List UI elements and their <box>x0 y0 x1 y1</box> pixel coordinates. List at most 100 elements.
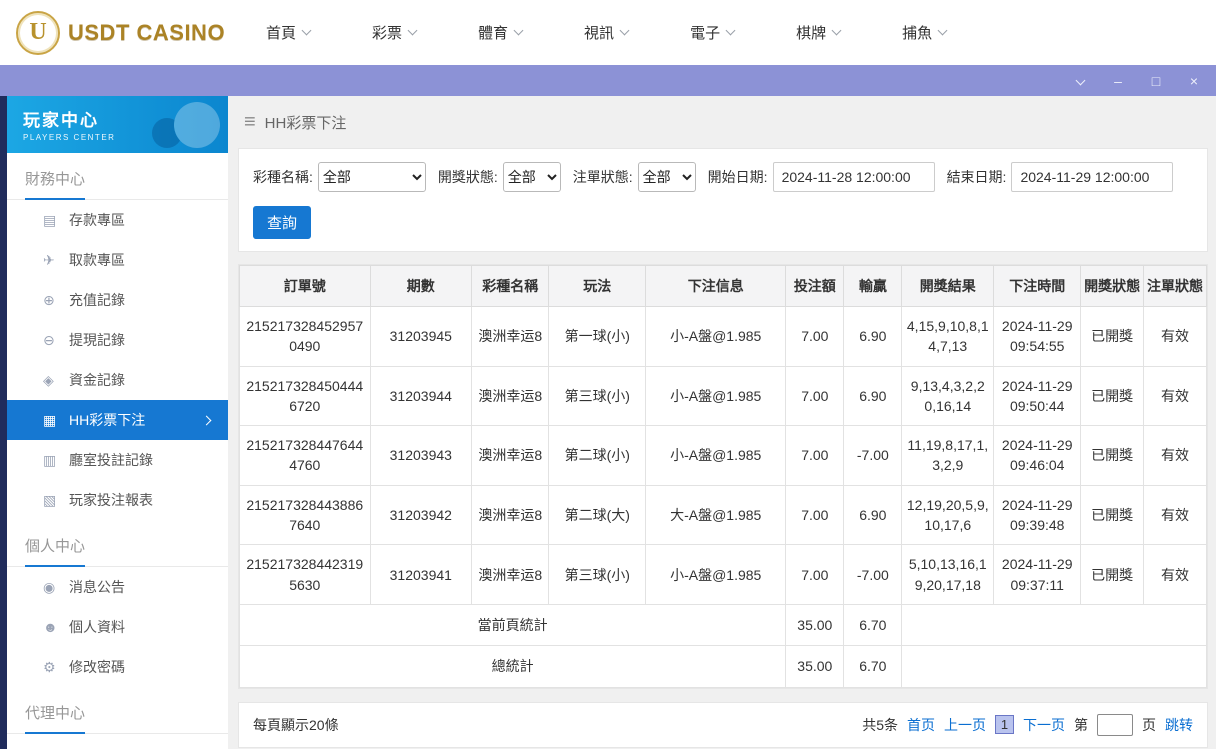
logo[interactable]: U USDT CASINO <box>16 10 266 55</box>
sidebar-item-announcements[interactable]: ◉ 消息公告 <box>7 567 228 607</box>
cell-bet-amount: 7.00 <box>785 425 845 486</box>
summary-winloss-total: 6.70 <box>843 645 903 688</box>
nav-item-fishing[interactable]: 捕魚 <box>902 22 948 43</box>
window-controls: – □ × <box>1072 74 1202 88</box>
sidebar-item-hall-bet-record[interactable]: ▥ 廳室投註記錄 <box>7 440 228 480</box>
column-header-bet-info: 下注信息 <box>645 265 787 307</box>
sidebar-item-recharge-record[interactable]: ⊕ 充值記錄 <box>7 280 228 320</box>
order-status-select[interactable]: 全部 <box>637 162 696 192</box>
column-header-period: 期數 <box>369 265 473 307</box>
app-window: U USDT CASINO 首頁 彩票 體育 視訊 電子 棋牌 捕魚 – □ × 玩家中心 … <box>0 0 1216 749</box>
draw-status-filter: 開獎狀態: 全部 <box>438 162 561 192</box>
summary-row: 總統計 35.00 6.70 <box>238 645 1207 688</box>
table-row: 2152173284423195630 31203941 澳洲幸运8 第三球(小) 小-… <box>239 544 1207 605</box>
cell-order-status: 有效 <box>1143 365 1207 427</box>
table-row: 2152173284438867640 31203942 澳洲幸运8 第二球(大) 大-… <box>239 484 1207 546</box>
content-area: ≡ HH彩票下注 彩種名稱: 全部 開獎狀態: 全部 注單狀態: 全部 開始日期… <box>228 96 1216 749</box>
column-header-bet-amount: 投注額 <box>785 265 845 307</box>
cell-bet-amount: 7.00 <box>785 365 845 427</box>
cell-period: 31203943 <box>369 425 473 486</box>
jump-suffix-text: 页 <box>1142 716 1156 733</box>
start-date-input[interactable] <box>772 162 935 192</box>
main-nav: 首頁 彩票 體育 視訊 電子 棋牌 捕魚 <box>266 22 1008 43</box>
nav-item-live-video[interactable]: 視訊 <box>584 22 630 43</box>
hall-bet-record-icon: ▥ <box>43 451 57 468</box>
cell-period: 31203941 <box>369 544 473 605</box>
cell-order-id: 2152173284476444760 <box>239 425 371 486</box>
sidebar-item-withdrawal-record[interactable]: ⊖ 提現記錄 <box>7 320 228 360</box>
prev-page-link[interactable]: 上一页 <box>944 715 986 735</box>
window-collapse-icon[interactable] <box>1072 74 1088 88</box>
column-header-order-id: 訂單號 <box>239 265 371 307</box>
sidebar-item-label: 存款專區 <box>69 212 125 228</box>
first-page-link[interactable]: 首页 <box>907 715 935 735</box>
cell-bet-info: 小-A盤@1.985 <box>645 425 787 486</box>
breadcrumb: ≡ HH彩票下注 <box>238 96 1208 148</box>
table-row: 2152173284529570490 31203945 澳洲幸运8 第一球(小) 小-… <box>239 306 1207 367</box>
cell-win-loss: 6.90 <box>843 365 903 427</box>
summary-empty-cell <box>901 645 1207 688</box>
cell-order-status: 有效 <box>1143 544 1207 605</box>
sidebar: 玩家中心 PLAYERS CENTER 財務中心 ▤ 存款專區 ✈ 取款專區 ⊕ 充值記錄 ⊖… <box>7 96 228 749</box>
chevron-down-icon <box>1075 75 1085 85</box>
sidebar-item-label: HH彩票下注 <box>69 412 146 428</box>
sidebar-item-label: 充值記錄 <box>69 292 125 308</box>
cell-lottery-name: 澳洲幸运8 <box>471 306 550 367</box>
order-status-label: 注單狀態: <box>572 169 633 185</box>
players-center-title: 玩家中心 <box>23 111 99 130</box>
cell-order-status: 有效 <box>1143 425 1207 486</box>
nav-item-lottery[interactable]: 彩票 <box>372 22 418 43</box>
cell-win-loss: -7.00 <box>843 425 903 486</box>
sidebar-item-player-bet-report[interactable]: ▧ 玩家投注報表 <box>7 480 228 520</box>
pagination: 共5条 首页 上一页 1 下一页 第 页 跳转 <box>862 713 1193 736</box>
sidebar-item-deposit[interactable]: ▤ 存款專區 <box>7 200 228 240</box>
cell-period: 31203942 <box>369 484 473 546</box>
chevron-down-icon <box>513 25 524 36</box>
chevron-down-icon <box>937 25 948 36</box>
window-close-icon[interactable]: × <box>1186 74 1202 88</box>
cell-bet-info: 大-A盤@1.985 <box>645 484 787 546</box>
lottery-name-select[interactable]: 全部 <box>317 162 426 192</box>
sidebar-item-withdraw[interactable]: ✈ 取款專區 <box>7 240 228 280</box>
sidebar-section-agent: 代理中心 <box>7 687 228 734</box>
cell-lottery-name: 澳洲幸运8 <box>471 365 550 427</box>
nav-item-slots[interactable]: 電子 <box>690 22 736 43</box>
cell-draw-status: 已開獎 <box>1080 306 1145 367</box>
sidebar-item-label: 消息公告 <box>69 579 125 595</box>
column-header-draw-status: 開獎狀態 <box>1080 265 1145 307</box>
menu-icon[interactable]: ≡ <box>244 111 256 134</box>
page-jump-input[interactable] <box>1097 713 1133 736</box>
bets-table: 訂單號 期數 彩種名稱 玩法 下注信息 投注額 輸贏 開獎結果 下注時間 開獎狀態 注單狀態 215… <box>238 265 1207 688</box>
filter-panel: 彩種名稱: 全部 開獎狀態: 全部 注單狀態: 全部 開始日期: 2024-11… <box>238 148 1208 252</box>
next-page-link[interactable]: 下一页 <box>1023 715 1065 735</box>
summary-winloss-total: 6.70 <box>843 603 903 647</box>
window-maximize-icon[interactable]: □ <box>1148 74 1164 88</box>
total-count-text: 共5条 <box>862 716 898 733</box>
lottery-name-filter: 彩種名稱: 全部 <box>253 162 426 192</box>
nav-item-home[interactable]: 首頁 <box>266 22 312 43</box>
change-password-icon: ⚙ <box>43 658 56 675</box>
draw-status-select[interactable]: 全部 <box>502 162 561 192</box>
jump-button[interactable]: 跳转 <box>1165 715 1193 735</box>
nav-item-chess[interactable]: 棋牌 <box>796 22 842 43</box>
sidebar-item-change-password[interactable]: ⚙ 修改密碼 <box>7 647 228 687</box>
current-page-badge[interactable]: 1 <box>995 715 1014 735</box>
cell-draw-status: 已開獎 <box>1080 544 1145 605</box>
nav-item-sports[interactable]: 體育 <box>478 22 524 43</box>
cell-bet-amount: 7.00 <box>785 544 845 605</box>
search-button[interactable]: 查詢 <box>253 206 311 239</box>
sidebar-item-profile[interactable]: ☻ 個人資料 <box>7 607 228 647</box>
window-minimize-icon[interactable]: – <box>1110 74 1126 88</box>
end-date-input[interactable] <box>1011 162 1174 192</box>
summary-bet-total: 35.00 <box>785 645 845 688</box>
sidebar-item-hh-lottery-bets[interactable]: ▦ HH彩票下注 <box>7 400 228 440</box>
sidebar-item-label: 取款專區 <box>69 252 125 268</box>
sidebar-item-label: 玩家投注報表 <box>69 492 153 508</box>
cell-draw-status: 已開獎 <box>1080 484 1145 546</box>
sidebar-item-funds-record[interactable]: ◈ 資金記錄 <box>7 360 228 400</box>
jump-prefix-text: 第 <box>1074 716 1088 733</box>
order-status-filter: 注單狀態: 全部 <box>573 162 696 192</box>
usdt-logo-icon: U <box>16 10 60 55</box>
column-header-bet-time: 下注時間 <box>993 265 1082 307</box>
logo-letter: U <box>29 19 47 45</box>
